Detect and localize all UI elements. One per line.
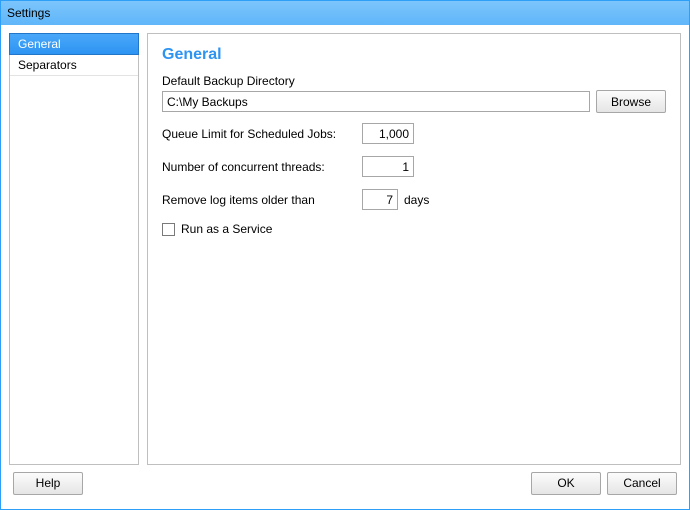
browse-button[interactable]: Browse xyxy=(596,90,666,113)
queue-limit-label: Queue Limit for Scheduled Jobs: xyxy=(162,127,362,141)
run-service-row[interactable]: Run as a Service xyxy=(162,222,666,236)
nav-label: Separators xyxy=(18,58,77,72)
threads-input[interactable] xyxy=(362,156,414,177)
help-button[interactable]: Help xyxy=(13,472,83,495)
backup-dir-row: Browse xyxy=(162,90,666,113)
titlebar[interactable]: Settings xyxy=(1,1,689,25)
run-service-checkbox[interactable] xyxy=(162,223,175,236)
nav-item-separators[interactable]: Separators xyxy=(10,54,138,76)
threads-row: Number of concurrent threads: xyxy=(162,156,666,177)
nav-label: General xyxy=(18,37,61,51)
panel-heading: General xyxy=(162,46,666,64)
backup-dir-input[interactable] xyxy=(162,91,590,112)
footer: Help OK Cancel xyxy=(9,465,681,501)
log-age-row: Remove log items older than days xyxy=(162,189,666,210)
log-age-suffix: days xyxy=(404,193,429,207)
ok-button[interactable]: OK xyxy=(531,472,601,495)
queue-limit-input[interactable] xyxy=(362,123,414,144)
threads-label: Number of concurrent threads: xyxy=(162,160,362,174)
run-service-label: Run as a Service xyxy=(181,222,272,236)
nav-item-general[interactable]: General xyxy=(9,33,139,55)
general-panel: General Default Backup Directory Browse … xyxy=(147,33,681,465)
body: General Separators General Default Backu… xyxy=(9,33,681,465)
queue-limit-row: Queue Limit for Scheduled Jobs: xyxy=(162,123,666,144)
client-area: General Separators General Default Backu… xyxy=(1,25,689,509)
log-age-input[interactable] xyxy=(362,189,398,210)
nav-list: General Separators xyxy=(9,33,139,465)
settings-window: Settings General Separators General Defa… xyxy=(0,0,690,510)
cancel-button[interactable]: Cancel xyxy=(607,472,677,495)
window-title: Settings xyxy=(7,6,50,20)
backup-dir-label: Default Backup Directory xyxy=(162,74,666,88)
log-age-label: Remove log items older than xyxy=(162,193,362,207)
